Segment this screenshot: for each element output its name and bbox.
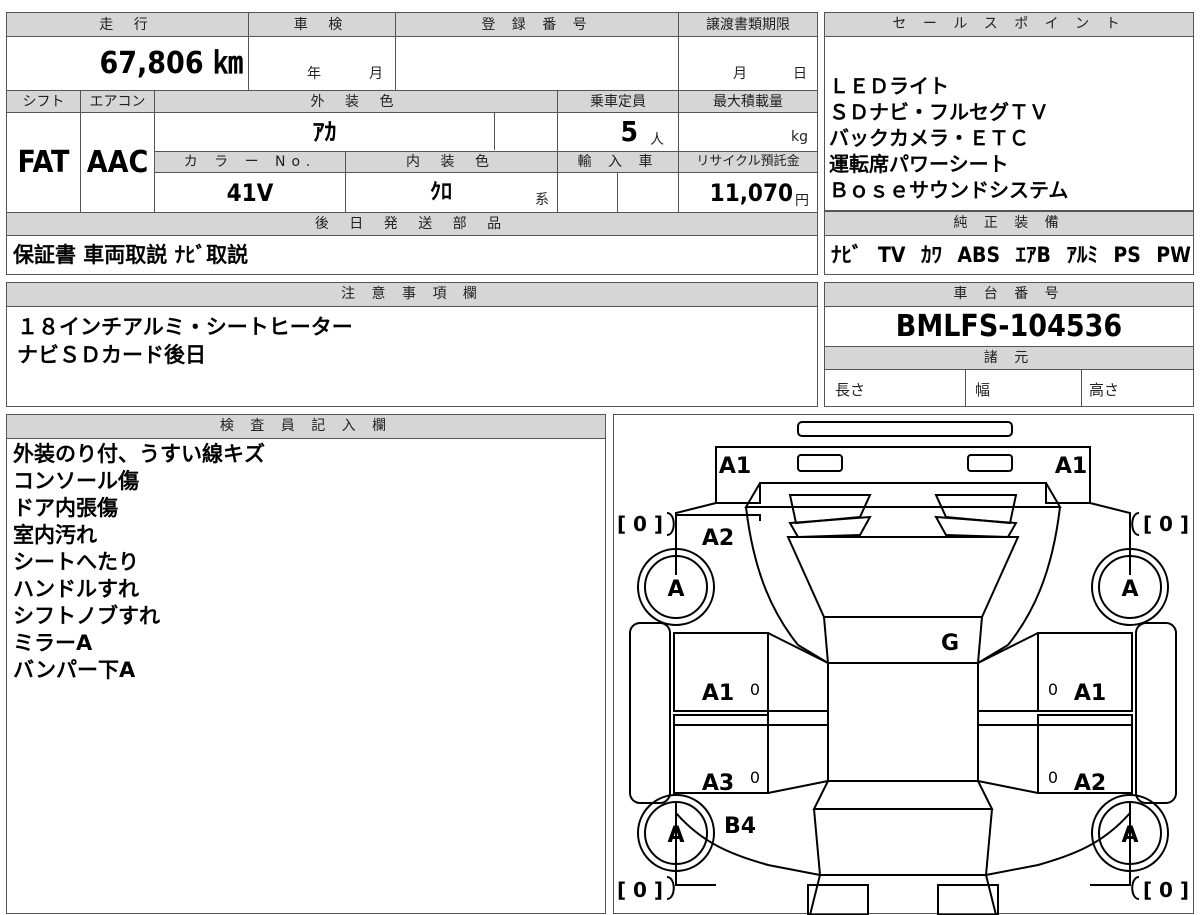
note-line: ナビＳＤカード後日	[17, 343, 206, 367]
max-load-header: 最大積載量	[679, 91, 817, 113]
car-diagram: A1 A1 A2 A A G A1 A1 A3 A2 B4 A A 0 0 0 …	[617, 421, 1189, 915]
inspector-line: 室内汚れ	[13, 523, 97, 547]
diagram-glass: G	[941, 631, 959, 656]
inspector-line: ドア内張傷	[13, 496, 118, 520]
recycle-unit: 円	[795, 193, 809, 209]
exterior-color-value: ｱｶ	[312, 118, 337, 146]
inspector-line: 外装のり付、うすい線キズ	[13, 442, 265, 466]
transfer-month: 月	[733, 66, 747, 82]
diagram-bracket-fr: [ 0 ]	[1143, 512, 1189, 536]
exterior-color-header: 外 装 色	[155, 91, 557, 113]
equipment-item: ｴｱB	[1015, 243, 1051, 267]
chassis-number: BMLFS-104536	[895, 309, 1123, 344]
notes-header: 注 意 事 項 欄	[7, 283, 817, 307]
inspector-line: ハンドルすれ	[13, 577, 139, 601]
width-label: 幅	[975, 381, 991, 399]
mileage-header: 走 行	[7, 13, 248, 37]
inspector-line: シフトノブすれ	[13, 604, 160, 628]
ac-header: エアコン	[81, 91, 154, 113]
vehicle-info-panel: 走 行 車 検 登 録 番 号 譲渡書類期限 67,806 ㎞ 年 月 月 日 …	[6, 12, 818, 275]
color-no-value: 41V	[226, 179, 274, 207]
recycle-header: リサイクル預託金	[679, 151, 817, 173]
capacity-header: 乗車定員	[558, 91, 678, 113]
inspector-line: コンソール傷	[13, 469, 139, 493]
import-header: 輸 入 車	[558, 151, 678, 173]
equipment-item: ｱﾙﾐ	[1066, 243, 1098, 267]
car-diagram-panel: A1 A1 A2 A A G A1 A1 A3 A2 B4 A A 0 0 0 …	[613, 414, 1194, 915]
diagram-front-left: A1	[719, 454, 751, 479]
equipment-item: ﾅﾋﾞ	[831, 243, 863, 267]
interior-suffix: 系	[535, 192, 549, 208]
sales-point-line: ＳＤナビ・フルセグＴＶ	[829, 100, 1049, 124]
sales-point-line: 運転席パワーシート	[829, 152, 1009, 176]
sales-point-line: バックカメラ・ＥＴＣ	[829, 126, 1029, 150]
inspection-header: 車 検	[249, 13, 395, 37]
shift-header: シフト	[7, 91, 80, 113]
diagram-tire-rl: A	[667, 823, 684, 848]
diagram-bracket-rl: [ 0 ]	[617, 878, 663, 902]
diagram-bracket-rr: [ 0 ]	[1143, 878, 1189, 902]
sales-point-line: ＬＥＤライト	[829, 74, 949, 98]
inspector-header: 検 査 員 記 入 欄	[7, 415, 605, 439]
diagram-tire-fr: A	[1121, 577, 1138, 602]
ac-value: AAC	[86, 145, 149, 180]
equipment-item: PS	[1113, 243, 1141, 267]
registration-header: 登 録 番 号	[396, 13, 678, 37]
chassis-panel: 車 台 番 号 BMLFS-104536 諸 元 長さ 幅 高さ	[824, 282, 1194, 407]
capacity-value: 5	[620, 115, 638, 148]
interior-color-header: 内 装 色	[346, 151, 557, 173]
specs-header: 諸 元	[825, 346, 1193, 370]
inspector-line: ミラーA	[13, 631, 93, 655]
inspector-line: バンパー下A	[13, 658, 136, 682]
diagram-zero: 0	[1048, 768, 1058, 787]
capacity-unit: 人	[650, 132, 664, 148]
height-label: 高さ	[1089, 381, 1120, 399]
diagram-door-rr: A2	[1074, 771, 1106, 796]
later-parts-value: 保証書 車両取説 ﾅﾋﾞ取説	[13, 243, 249, 267]
equipment-item: PW	[1156, 243, 1191, 267]
diagram-front-right: A1	[1055, 454, 1087, 479]
inspection-month: 月	[369, 66, 383, 82]
transfer-day: 日	[793, 66, 807, 82]
equipment-item: ABS	[957, 243, 1001, 267]
max-load-unit: kg	[791, 129, 808, 145]
inspector-panel: 検 査 員 記 入 欄 外装のり付、うすい線キズ コンソール傷 ドア内張傷 室内…	[6, 414, 606, 914]
genuine-equipment-items: ﾅﾋﾞ TV ｶﾜ ABS ｴｱB ｱﾙﾐ PS PW	[831, 238, 1191, 272]
color-no-header: カ ラ ー No.	[155, 151, 345, 173]
genuine-equipment-header: 純 正 装 備	[825, 212, 1193, 236]
diagram-zero: 0	[750, 680, 760, 699]
diagram-zero: 0	[1048, 680, 1058, 699]
chassis-header: 車 台 番 号	[825, 283, 1193, 307]
shift-value: FAT	[17, 145, 70, 180]
sales-points-header: セ ー ル ス ポ イ ン ト	[825, 13, 1193, 37]
diagram-door-fl: A1	[702, 681, 734, 706]
diagram-tire-fl: A	[667, 577, 684, 602]
later-parts-header: 後 日 発 送 部 品	[7, 212, 817, 236]
length-label: 長さ	[835, 381, 866, 399]
interior-color-value: ｸﾛ	[429, 180, 452, 205]
genuine-equipment-panel: 純 正 装 備 ﾅﾋﾞ TV ｶﾜ ABS ｴｱB ｱﾙﾐ PS PW	[824, 211, 1194, 275]
diagram-door-fr: A1	[1074, 681, 1106, 706]
diagram-zero: 0	[750, 768, 760, 787]
diagram-fender-left: A2	[702, 526, 734, 551]
equipment-item: ｶﾜ	[920, 243, 942, 267]
transfer-docs-header: 譲渡書類期限	[679, 13, 817, 37]
recycle-value: 11,070	[709, 179, 793, 207]
inspector-line: シートへたり	[13, 550, 139, 574]
diagram-bracket-fl: [ 0 ]	[617, 512, 663, 536]
diagram-tire-rr: A	[1121, 823, 1138, 848]
notes-panel: 注 意 事 項 欄 １８インチアルミ・シートヒーター ナビＳＤカード後日	[6, 282, 818, 407]
diagram-rear-left: B4	[724, 814, 756, 839]
sales-points-panel: セ ー ル ス ポ イ ン ト ＬＥＤライト ＳＤナビ・フルセグＴＶ バックカメ…	[824, 12, 1194, 211]
diagram-door-rl: A3	[702, 771, 734, 796]
inspection-year: 年	[307, 66, 321, 82]
equipment-item: TV	[877, 243, 906, 267]
sales-point-line: Ｂｏｓｅサウンドシステム	[829, 178, 1069, 202]
note-line: １８インチアルミ・シートヒーター	[17, 315, 353, 339]
mileage-value: 67,806 ㎞	[99, 46, 243, 81]
